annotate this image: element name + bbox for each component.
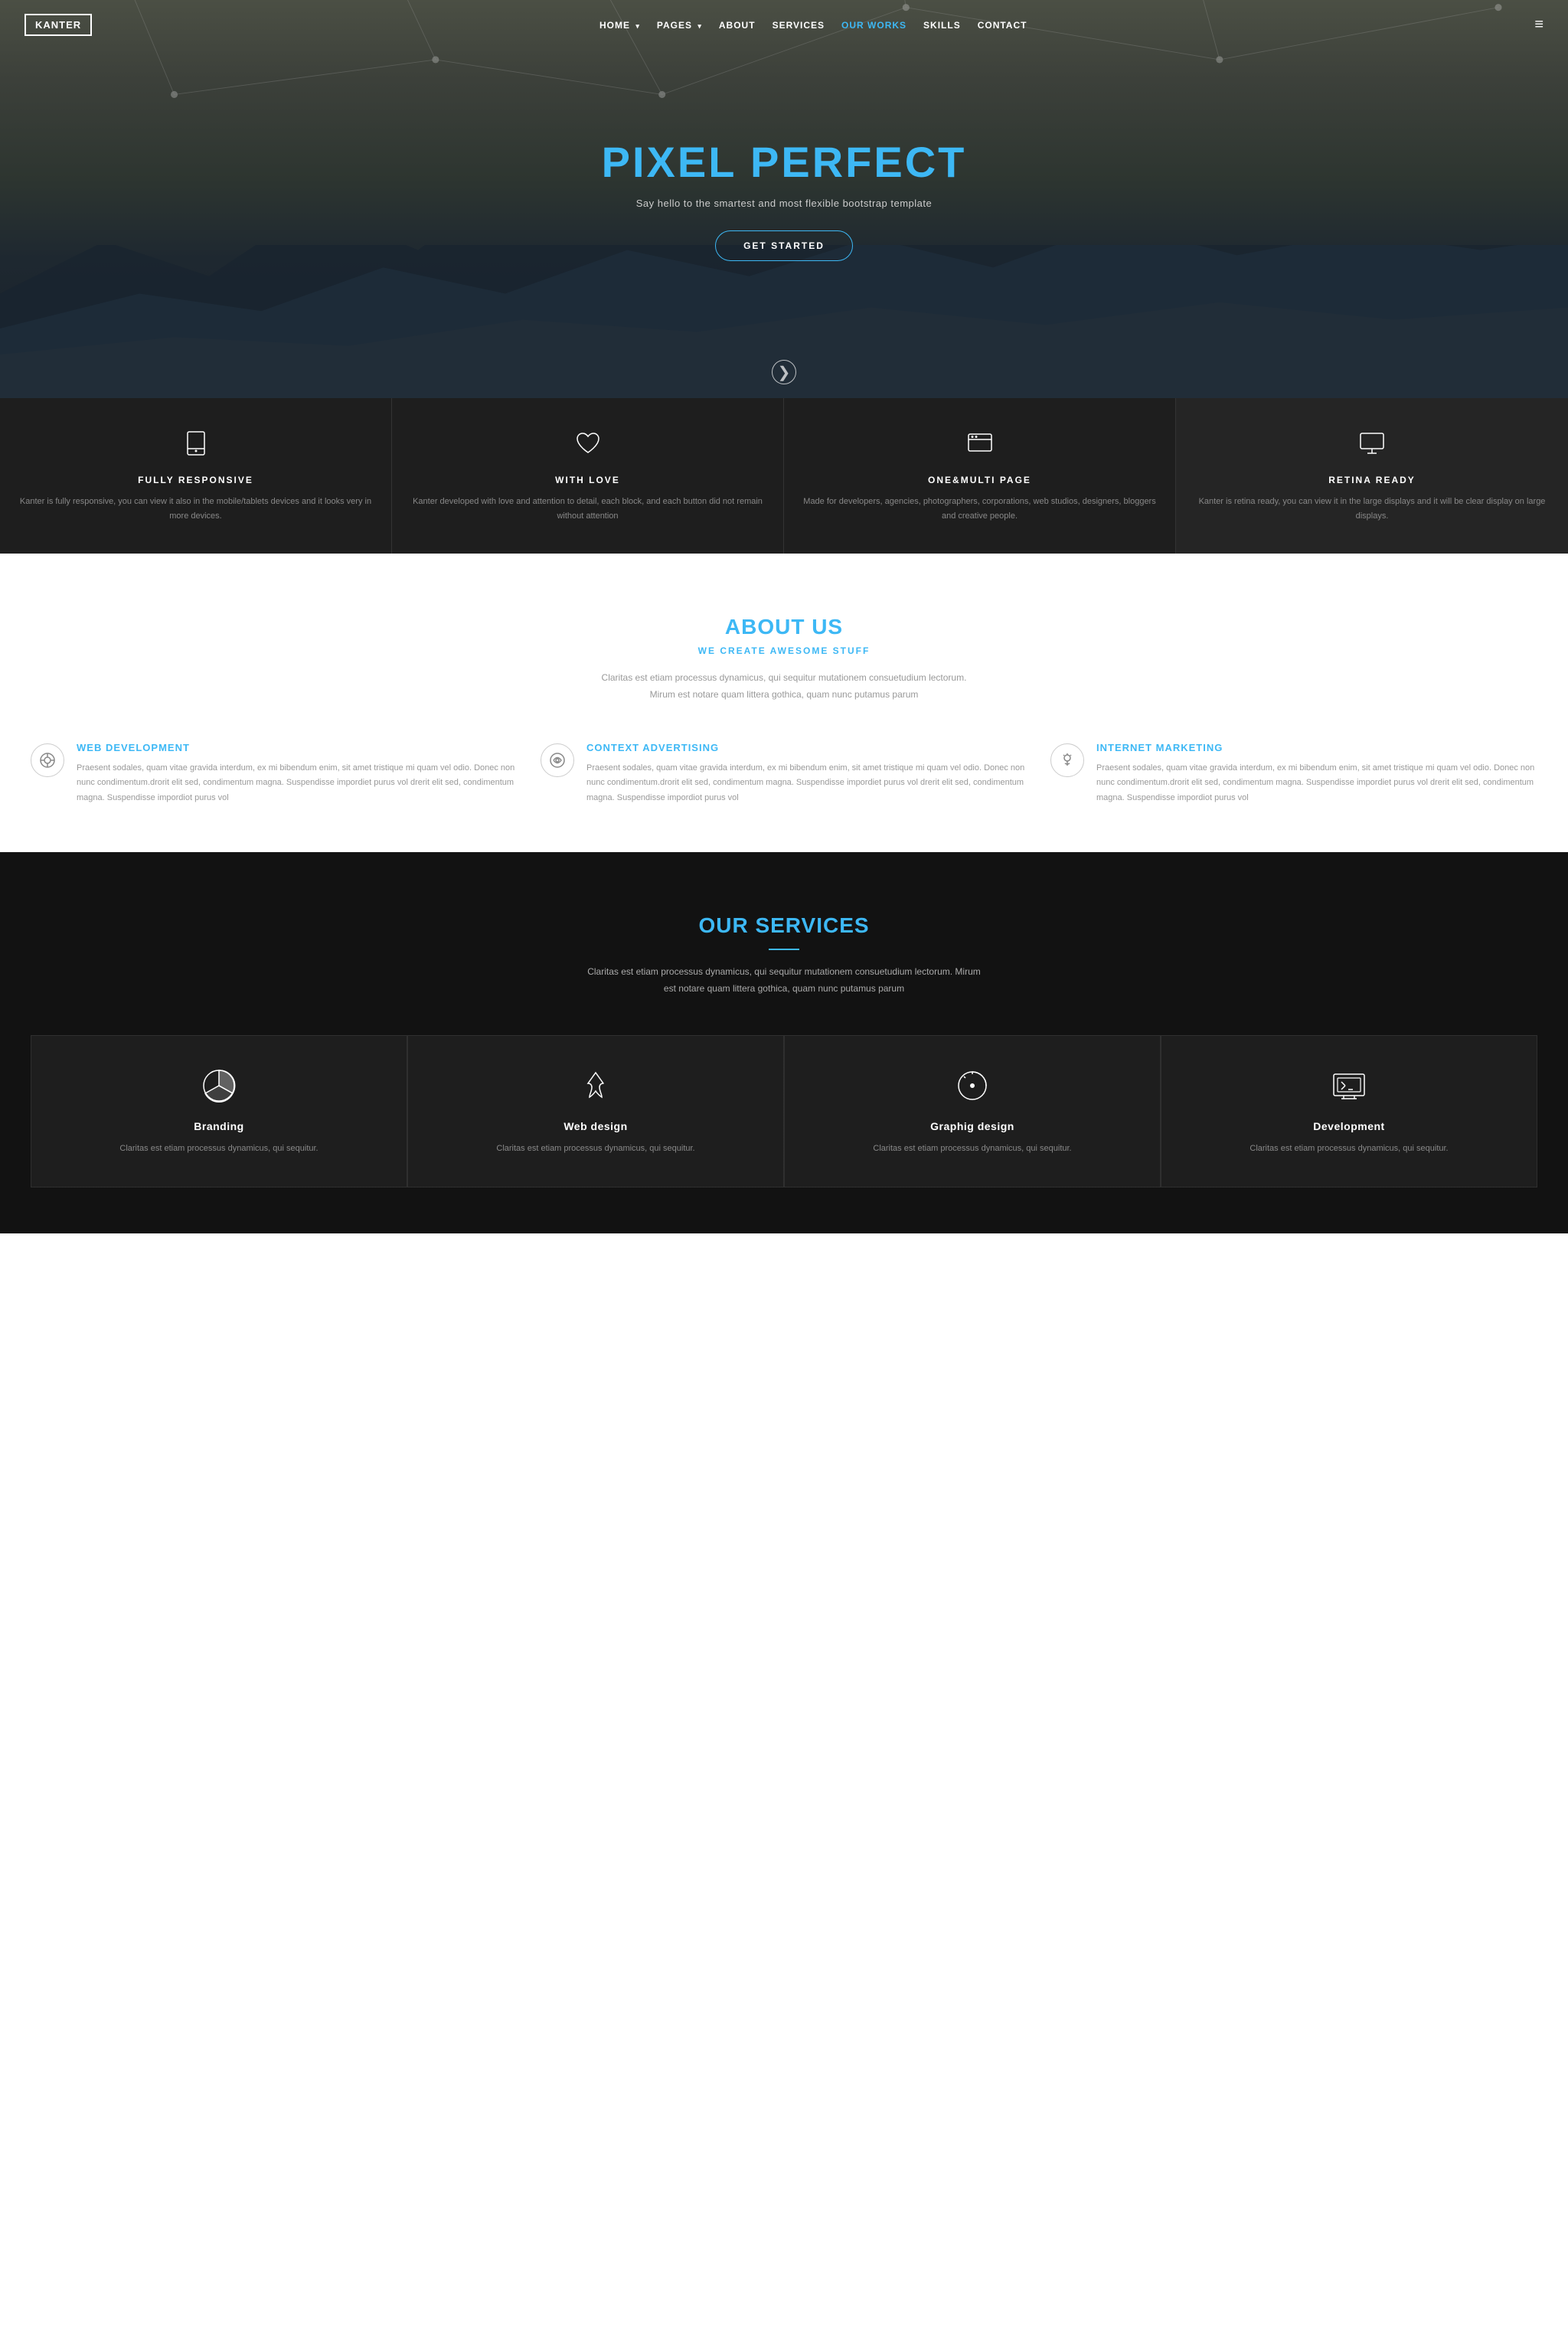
web-design-icon xyxy=(423,1067,768,1105)
logo[interactable]: KANTER xyxy=(24,14,92,36)
about-description: Claritas est etiam processus dynamicus, … xyxy=(600,670,968,703)
services-title-accent: SERVICES xyxy=(755,913,869,937)
hero-title-part1: PIXEL xyxy=(602,138,750,186)
services-description: Claritas est etiam processus dynamicus, … xyxy=(585,964,983,997)
services-content: OUR SERVICES Claritas est etiam processu… xyxy=(31,913,1537,1187)
feature-text-multipage: Made for developers, agencies, photograp… xyxy=(802,495,1157,523)
web-dev-title-part1: WEB xyxy=(77,742,106,753)
nav-skills[interactable]: SKILLS xyxy=(923,20,961,31)
navigation: KANTER HOME ▾ PAGES ▾ ABOUT SERVICES OUR… xyxy=(0,0,1568,50)
hero-section: PIXEL PERFECT Say hello to the smartest … xyxy=(0,0,1568,398)
about-features-grid: WEB DEVELOPMENT Praesent sodales, quam v… xyxy=(31,742,1537,806)
development-icon xyxy=(1177,1067,1521,1105)
feature-love: WITH LOVE Kanter developed with love and… xyxy=(392,398,784,554)
nav-contact[interactable]: CONTACT xyxy=(978,20,1027,31)
scroll-down-button[interactable]: ❯ xyxy=(772,360,796,384)
feature-title-multipage: ONE&MULTI PAGE xyxy=(802,475,1157,485)
about-feature-text-marketing: Praesent sodales, quam vitae gravida int… xyxy=(1096,761,1537,806)
hero-subtitle: Say hello to the smartest and most flexi… xyxy=(602,198,967,209)
about-feature-title-web-dev: WEB DEVELOPMENT xyxy=(77,742,518,753)
browser-icon xyxy=(802,429,1157,462)
services-title-part1: OUR xyxy=(698,913,755,937)
feature-text-responsive: Kanter is fully responsive, you can view… xyxy=(18,495,373,523)
web-dev-icon xyxy=(31,743,64,777)
marketing-title-accent: MARKETING xyxy=(1156,742,1223,753)
about-feature-web-dev-content: WEB DEVELOPMENT Praesent sodales, quam v… xyxy=(77,742,518,806)
about-feature-text-context: Praesent sodales, quam vitae gravida int… xyxy=(586,761,1027,806)
about-feature-title-marketing: INTERNET MARKETING xyxy=(1096,742,1537,753)
feature-title-responsive: FULLY RESPONSIVE xyxy=(18,475,373,485)
web-dev-title-accent: DEVELOPMENT xyxy=(106,742,190,753)
nav-our-works[interactable]: OUR WORKS xyxy=(841,20,906,31)
feature-multipage: ONE&MULTI PAGE Made for developers, agen… xyxy=(784,398,1176,554)
service-title-graphic-design: Graphig design xyxy=(800,1120,1145,1132)
services-grid: Branding Claritas est etiam processus dy… xyxy=(31,1035,1537,1187)
feature-title-love: WITH LOVE xyxy=(410,475,765,485)
about-feature-context-content: CONTEXT ADVERTISING Praesent sodales, qu… xyxy=(586,742,1027,806)
hero-title-accent: PERFECT xyxy=(750,138,966,186)
context-title-accent: ADVERTISING xyxy=(642,742,719,753)
service-title-branding: Branding xyxy=(47,1120,391,1132)
monitor-icon xyxy=(1194,429,1550,462)
about-feature-text-web-dev: Praesent sodales, quam vitae gravida int… xyxy=(77,761,518,806)
about-subtitle: WE CREATE AWESOME STUFF xyxy=(31,645,1537,656)
service-graphic-design: Graphig design Claritas est etiam proces… xyxy=(784,1035,1161,1187)
feature-responsive: FULLY RESPONSIVE Kanter is fully respons… xyxy=(0,398,392,554)
service-text-web-design: Claritas est etiam processus dynamicus, … xyxy=(423,1142,768,1156)
about-subtitle-part1: WE CREATE xyxy=(698,645,766,656)
feature-retina: RETINA READY Kanter is retina ready, you… xyxy=(1176,398,1568,554)
about-feature-marketing: INTERNET MARKETING Praesent sodales, qua… xyxy=(1050,742,1537,806)
about-section: ABOUT US WE CREATE AWESOME STUFF Clarita… xyxy=(0,554,1568,852)
service-web-design: Web design Claritas est etiam processus … xyxy=(407,1035,784,1187)
about-subtitle-part2: AWESOME STUFF xyxy=(766,645,871,656)
hero-title: PIXEL PERFECT xyxy=(602,137,967,187)
get-started-button[interactable]: GET STARTED xyxy=(715,230,853,261)
feature-text-retina: Kanter is retina ready, you can view it … xyxy=(1194,495,1550,523)
hamburger-icon[interactable]: ≡ xyxy=(1534,16,1544,34)
nav-about[interactable]: ABOUT xyxy=(719,20,756,31)
branding-icon xyxy=(47,1067,391,1105)
service-text-graphic-design: Claritas est etiam processus dynamicus, … xyxy=(800,1142,1145,1156)
service-branding: Branding Claritas est etiam processus dy… xyxy=(31,1035,407,1187)
feature-text-love: Kanter developed with love and attention… xyxy=(410,495,765,523)
services-section: OUR SERVICES Claritas est etiam processu… xyxy=(0,852,1568,1233)
nav-services[interactable]: SERVICES xyxy=(773,20,825,31)
context-title-part1: CONTEXT xyxy=(586,742,642,753)
heart-icon xyxy=(410,429,765,462)
services-title: OUR SERVICES xyxy=(31,913,1537,938)
marketing-icon xyxy=(1050,743,1084,777)
service-text-branding: Claritas est etiam processus dynamicus, … xyxy=(47,1142,391,1156)
features-strip: FULLY RESPONSIVE Kanter is fully respons… xyxy=(0,398,1568,554)
about-title-accent: US xyxy=(812,615,843,639)
about-feature-web-dev: WEB DEVELOPMENT Praesent sodales, quam v… xyxy=(31,742,518,806)
about-title-part1: ABOUT xyxy=(725,615,812,639)
service-development: Development Claritas est etiam processus… xyxy=(1161,1035,1537,1187)
marketing-title-part1: INTERNET xyxy=(1096,742,1156,753)
tablet-icon xyxy=(18,429,373,462)
nav-links: HOME ▾ PAGES ▾ ABOUT SERVICES OUR WORKS … xyxy=(599,18,1027,32)
nav-home[interactable]: HOME ▾ xyxy=(599,20,640,31)
hero-content: PIXEL PERFECT Say hello to the smartest … xyxy=(602,137,967,261)
services-divider xyxy=(769,949,799,950)
about-feature-context: CONTEXT ADVERTISING Praesent sodales, qu… xyxy=(541,742,1027,806)
about-feature-title-context: CONTEXT ADVERTISING xyxy=(586,742,1027,753)
nav-pages[interactable]: PAGES ▾ xyxy=(657,20,702,31)
feature-title-retina: RETINA READY xyxy=(1194,475,1550,485)
graphic-design-icon xyxy=(800,1067,1145,1105)
service-text-development: Claritas est etiam processus dynamicus, … xyxy=(1177,1142,1521,1156)
context-icon xyxy=(541,743,574,777)
service-title-web-design: Web design xyxy=(423,1120,768,1132)
about-title: ABOUT US xyxy=(31,615,1537,639)
service-title-development: Development xyxy=(1177,1120,1521,1132)
about-feature-marketing-content: INTERNET MARKETING Praesent sodales, qua… xyxy=(1096,742,1537,806)
